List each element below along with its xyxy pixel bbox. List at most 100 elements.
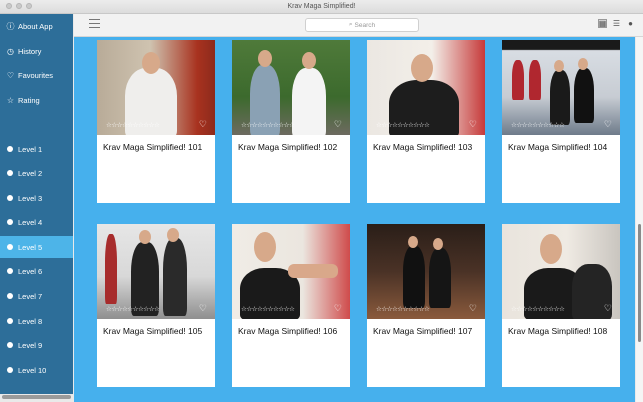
sidebar-item-level-1[interactable]: Level 1 [0,138,73,160]
sidebar-item-about-app[interactable]: ⓘ About App [0,15,73,37]
sidebar-item-level-7[interactable]: Level 7 [0,285,73,307]
window-title: Krav Maga Simplified! [287,3,356,10]
video-card[interactable]: ☆☆☆☆☆☆☆☆☆☆ ♡ Krav Maga Simplified! 102 [232,40,350,203]
info-icon[interactable]: ● [626,19,635,28]
rating-stars[interactable]: ☆☆☆☆☆☆☆☆☆☆ [376,121,430,129]
video-card[interactable]: ☆☆☆☆☆☆☆☆☆☆ ♡ Krav Maga Simplified! 103 [367,40,485,203]
level-bullet-icon [7,318,13,324]
video-title: Krav Maga Simplified! 102 [238,142,338,152]
level-bullet-icon [7,367,13,373]
sidebar-item-history[interactable]: ◷ History [0,40,73,62]
sidebar-item-level-3[interactable]: Level 3 [0,187,73,209]
rating-stars[interactable]: ☆☆☆☆☆☆☆☆☆☆ [511,305,565,313]
heart-icon: ♡ [6,70,15,80]
video-card[interactable]: ☆☆☆☆☆☆☆☆☆☆ ♡ Krav Maga Simplified! 105 [97,224,215,387]
favourite-heart-icon[interactable]: ♡ [334,119,342,130]
info-icon: ⓘ [6,21,15,31]
video-thumbnail[interactable]: ☆☆☆☆☆☆☆☆☆☆ ♡ [97,224,215,319]
star-icon: ☆ [6,95,15,105]
rating-stars[interactable]: ☆☆☆☆☆☆☆☆☆☆ [106,121,160,129]
zoom-button[interactable] [26,3,32,9]
sidebar: ⓘ About App ◷ History ♡ Favourites ☆ Rat… [0,14,73,394]
sidebar-item-level-10[interactable]: Level 10 [0,359,73,381]
level-bullet-icon [7,219,13,225]
view-switcher: ▦ ☰ ● [598,19,635,28]
sidebar-item-label: Level 10 [18,365,47,375]
sidebar-item-label: About App [18,21,53,31]
sidebar-item-label: Favourites [18,70,54,80]
favourite-heart-icon[interactable]: ♡ [469,303,477,314]
rating-stars[interactable]: ☆☆☆☆☆☆☆☆☆☆ [511,121,565,129]
video-title: Krav Maga Simplified! 108 [508,326,608,336]
sidebar-item-favourites[interactable]: ♡ Favourites [0,64,73,86]
level-bullet-icon [7,195,13,201]
video-title: Krav Maga Simplified! 105 [103,326,203,336]
sidebar-item-level-9[interactable]: Level 9 [0,334,73,356]
search-field[interactable]: ⌕ Search [305,18,419,32]
level-bullet-icon [7,293,13,299]
video-card[interactable]: ☆☆☆☆☆☆☆☆☆☆ ♡ Krav Maga Simplified! 104 [502,40,620,203]
content-vertical-scrollbar[interactable] [636,37,643,402]
rating-stars[interactable]: ☆☆☆☆☆☆☆☆☆☆ [106,305,160,313]
window-titlebar: Krav Maga Simplified! [0,0,643,14]
sidebar-item-label: Level 4 [18,217,43,227]
video-title: Krav Maga Simplified! 106 [238,326,338,336]
sidebar-item-label: Level 6 [18,266,43,276]
video-grid: ☆☆☆☆☆☆☆☆☆☆ ♡ Krav Maga Simplified! 101 ☆… [74,37,635,402]
video-thumbnail[interactable]: ☆☆☆☆☆☆☆☆☆☆ ♡ [232,40,350,135]
favourite-heart-icon[interactable]: ♡ [334,303,342,314]
search-icon: ⌕ [348,21,353,28]
sidebar-item-label: Level 9 [18,340,43,350]
level-bullet-icon [7,146,13,152]
level-bullet-icon [7,170,13,176]
video-card[interactable]: ☆☆☆☆☆☆☆☆☆☆ ♡ Krav Maga Simplified! 106 [232,224,350,387]
video-thumbnail[interactable]: ☆☆☆☆☆☆☆☆☆☆ ♡ [502,224,620,319]
favourite-heart-icon[interactable]: ♡ [604,119,612,130]
video-title: Krav Maga Simplified! 101 [103,142,203,152]
video-thumbnail[interactable]: ☆☆☆☆☆☆☆☆☆☆ ♡ [367,224,485,319]
sidebar-item-level-6[interactable]: Level 6 [0,260,73,282]
sidebar-item-label: Level 3 [18,193,43,203]
favourite-heart-icon[interactable]: ♡ [469,119,477,130]
rating-stars[interactable]: ☆☆☆☆☆☆☆☆☆☆ [241,121,295,129]
level-bullet-icon [7,244,13,250]
video-thumbnail[interactable]: ☆☆☆☆☆☆☆☆☆☆ ♡ [232,224,350,319]
sidebar-item-label: Level 2 [18,168,43,178]
level-bullet-icon [7,268,13,274]
search-placeholder: Search [354,21,376,29]
sidebar-item-label: Level 5 [18,242,43,252]
sidebar-item-level-5[interactable]: Level 5 [0,236,73,258]
sidebar-item-label: Level 1 [18,144,43,154]
video-card[interactable]: ☆☆☆☆☆☆☆☆☆☆ ♡ Krav Maga Simplified! 107 [367,224,485,387]
scrollbar-thumb[interactable] [638,224,641,342]
list-view-icon[interactable]: ☰ [612,19,621,28]
favourite-heart-icon[interactable]: ♡ [604,303,612,314]
close-button[interactable] [6,3,12,9]
sidebar-item-level-2[interactable]: Level 2 [0,162,73,184]
sidebar-horizontal-scrollbar[interactable] [2,395,71,399]
window-controls[interactable] [6,3,32,9]
video-card[interactable]: ☆☆☆☆☆☆☆☆☆☆ ♡ Krav Maga Simplified! 101 [97,40,215,203]
sidebar-item-level-4[interactable]: Level 4 [0,211,73,233]
video-title: Krav Maga Simplified! 103 [373,142,473,152]
rating-stars[interactable]: ☆☆☆☆☆☆☆☆☆☆ [376,305,430,313]
sidebar-item-label: Rating [18,95,40,105]
clock-icon: ◷ [7,46,14,56]
video-title: Krav Maga Simplified! 107 [373,326,473,336]
grid-view-icon[interactable]: ▦ [598,19,607,28]
toolbar: ⌕ Search ▦ ☰ ● [74,14,643,37]
sidebar-item-label: Level 7 [18,291,43,301]
video-thumbnail[interactable]: ☆☆☆☆☆☆☆☆☆☆ ♡ [97,40,215,135]
sidebar-item-level-8[interactable]: Level 8 [0,310,73,332]
minimize-button[interactable] [16,3,22,9]
favourite-heart-icon[interactable]: ♡ [199,119,207,130]
menu-icon[interactable] [89,19,100,31]
video-card[interactable]: ☆☆☆☆☆☆☆☆☆☆ ♡ Krav Maga Simplified! 108 [502,224,620,387]
video-thumbnail[interactable]: ☆☆☆☆☆☆☆☆☆☆ ♡ [502,40,620,135]
sidebar-item-label: Level 8 [18,316,43,326]
favourite-heart-icon[interactable]: ♡ [199,303,207,314]
sidebar-item-label: History [18,46,42,56]
sidebar-item-rating[interactable]: ☆ Rating [0,89,73,111]
rating-stars[interactable]: ☆☆☆☆☆☆☆☆☆☆ [241,305,295,313]
video-thumbnail[interactable]: ☆☆☆☆☆☆☆☆☆☆ ♡ [367,40,485,135]
